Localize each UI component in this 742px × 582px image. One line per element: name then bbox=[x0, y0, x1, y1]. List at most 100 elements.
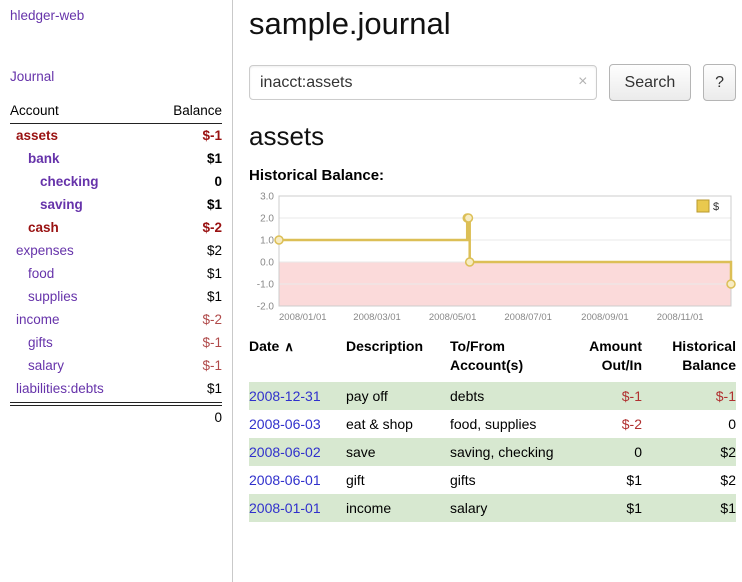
sidebar-account-assets[interactable]: assets bbox=[10, 128, 58, 143]
account-row: gifts $-1 bbox=[10, 331, 222, 354]
tofrom-column-header: To/From Account(s) bbox=[450, 337, 558, 375]
app-title-link[interactable]: hledger-web bbox=[10, 8, 222, 23]
sidebar-account-income[interactable]: income bbox=[10, 312, 60, 327]
hledger-web-app: hledger-web Journal Account Balance asse… bbox=[0, 0, 742, 582]
x-tick-label: 2008/05/01 bbox=[429, 312, 477, 323]
y-tick-label: 1.0 bbox=[260, 236, 274, 247]
account-balance: 0 bbox=[214, 174, 222, 189]
account-row: income $-2 bbox=[10, 308, 222, 331]
account-balance: $-1 bbox=[202, 128, 222, 143]
account-balance: $1 bbox=[207, 151, 222, 166]
sidebar-account-table: Account Balance assets $-1 bank $1 checking 0… bbox=[10, 103, 222, 425]
x-tick-label: 2008/11/01 bbox=[657, 312, 704, 323]
historical-balance-chart: 3.02.01.00.0-1.0-2.02008/01/012008/03/01… bbox=[249, 191, 737, 325]
date-column-header[interactable]: Date∧ bbox=[249, 337, 346, 375]
register-description: income bbox=[346, 494, 450, 522]
x-tick-label: 2008/03/01 bbox=[353, 312, 401, 323]
account-balance: $-2 bbox=[202, 220, 222, 235]
account-balance: $-1 bbox=[202, 358, 222, 373]
main-content: sample.journal × Search ? assets Histori… bbox=[249, 0, 742, 582]
legend-swatch bbox=[697, 200, 709, 212]
sidebar-account-salary[interactable]: salary bbox=[10, 358, 64, 373]
account-table-header: Account Balance bbox=[10, 103, 222, 124]
y-tick-label: -1.0 bbox=[257, 280, 275, 291]
account-table-body: assets $-1 bank $1 checking 0 saving $1 cash $-2 e… bbox=[10, 124, 222, 400]
register-balance: $2 bbox=[642, 438, 736, 466]
sidebar-account-bank[interactable]: bank bbox=[10, 151, 60, 166]
register-date-link[interactable]: 2008-06-03 bbox=[249, 410, 346, 438]
register-amount: $1 bbox=[558, 494, 642, 522]
x-tick-label: 2008/09/01 bbox=[581, 312, 629, 323]
account-balance: $-2 bbox=[202, 312, 222, 327]
y-tick-label: 2.0 bbox=[260, 214, 274, 225]
register-row: 2008-06-02savesaving, checking0$2 bbox=[249, 438, 736, 466]
description-column-header: Description bbox=[346, 337, 450, 375]
register-description: eat & shop bbox=[346, 410, 450, 438]
data-point-marker bbox=[464, 214, 472, 222]
account-row: checking 0 bbox=[10, 170, 222, 193]
register-amount: 0 bbox=[558, 438, 642, 466]
sidebar-account-liabilities-debts[interactable]: liabilities:debts bbox=[10, 381, 104, 396]
register-accounts: debts bbox=[450, 382, 558, 410]
sidebar-account-expenses[interactable]: expenses bbox=[10, 243, 74, 258]
account-balance: $1 bbox=[207, 289, 222, 304]
sidebar-account-gifts[interactable]: gifts bbox=[10, 335, 53, 350]
sidebar-account-saving[interactable]: saving bbox=[10, 197, 83, 212]
register-date-link[interactable]: 2008-06-02 bbox=[249, 438, 346, 466]
sidebar-account-supplies[interactable]: supplies bbox=[10, 289, 78, 304]
balance-column-header2: Historical Balance bbox=[642, 337, 736, 375]
data-point-marker bbox=[275, 236, 283, 244]
account-row: supplies $1 bbox=[10, 285, 222, 308]
register-balance: $1 bbox=[642, 494, 736, 522]
account-row: saving $1 bbox=[10, 193, 222, 216]
account-balance: $1 bbox=[207, 197, 222, 212]
register-amount: $1 bbox=[558, 466, 642, 494]
account-balance: $1 bbox=[207, 381, 222, 396]
x-tick-label: 2008/01/01 bbox=[279, 312, 327, 323]
account-column-header: Account bbox=[10, 103, 59, 118]
register-accounts: salary bbox=[450, 494, 558, 522]
register-row: 2008-01-01incomesalary$1$1 bbox=[249, 494, 736, 522]
x-tick-label: 2008/07/01 bbox=[504, 312, 552, 323]
total-balance: 0 bbox=[214, 410, 222, 425]
sidebar-account-cash[interactable]: cash bbox=[10, 220, 59, 235]
account-row: cash $-2 bbox=[10, 216, 222, 239]
register-body: 2008-12-31pay offdebts$-1$-12008-06-03ea… bbox=[249, 382, 736, 522]
data-point-marker bbox=[727, 280, 735, 288]
register-date-link[interactable]: 2008-12-31 bbox=[249, 382, 346, 410]
account-row: salary $-1 bbox=[10, 354, 222, 377]
account-balance: $-1 bbox=[202, 335, 222, 350]
register-description: pay off bbox=[346, 382, 450, 410]
register-balance: $-1 bbox=[642, 382, 736, 410]
account-row: liabilities:debts $1 bbox=[10, 377, 222, 400]
register-accounts: food, supplies bbox=[450, 410, 558, 438]
account-balance: $1 bbox=[207, 266, 222, 281]
search-input[interactable] bbox=[249, 65, 597, 100]
search-field-wrap: × bbox=[249, 65, 597, 100]
account-row: assets $-1 bbox=[10, 124, 222, 147]
sidebar-account-checking[interactable]: checking bbox=[10, 174, 99, 189]
register-description: save bbox=[346, 438, 450, 466]
register-row: 2008-06-01giftgifts$1$2 bbox=[249, 466, 736, 494]
data-point-marker bbox=[466, 258, 474, 266]
register-date-link[interactable]: 2008-01-01 bbox=[249, 494, 346, 522]
total-row: 0 bbox=[10, 406, 222, 425]
register-row: 2008-06-03eat & shopfood, supplies$-20 bbox=[249, 410, 736, 438]
register-description: gift bbox=[346, 466, 450, 494]
help-button[interactable]: ? bbox=[703, 64, 736, 101]
register-table: Date∧ Description To/From Account(s) Amo… bbox=[249, 337, 736, 522]
sort-ascending-icon: ∧ bbox=[284, 339, 294, 354]
clear-search-icon[interactable]: × bbox=[578, 73, 587, 91]
register-balance: $2 bbox=[642, 466, 736, 494]
chart-title: Historical Balance: bbox=[249, 167, 736, 184]
sidebar-journal-link[interactable]: Journal bbox=[10, 69, 222, 84]
sidebar: hledger-web Journal Account Balance asse… bbox=[0, 0, 233, 582]
search-bar: × Search ? bbox=[249, 64, 736, 101]
register-date-link[interactable]: 2008-06-01 bbox=[249, 466, 346, 494]
account-row: bank $1 bbox=[10, 147, 222, 170]
search-button[interactable]: Search bbox=[609, 64, 692, 101]
register-header: Date∧ Description To/From Account(s) Amo… bbox=[249, 337, 736, 375]
legend-label: $ bbox=[713, 201, 719, 213]
account-balance: $2 bbox=[207, 243, 222, 258]
sidebar-account-food[interactable]: food bbox=[10, 266, 54, 281]
